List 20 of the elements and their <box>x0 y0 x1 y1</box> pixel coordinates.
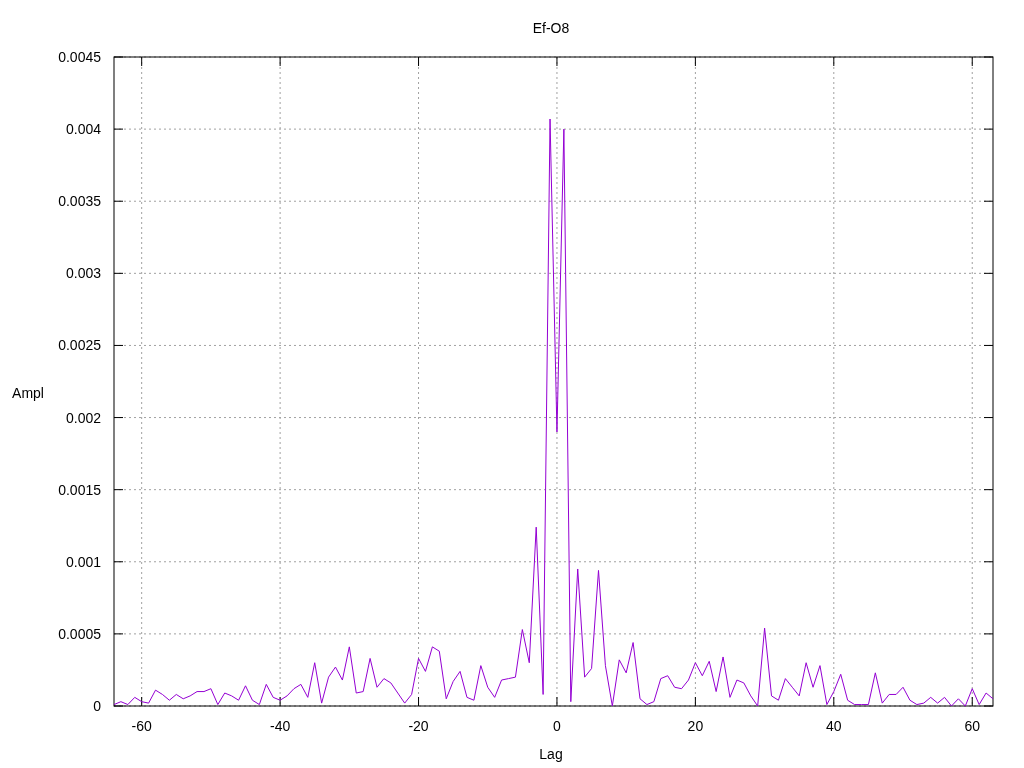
y-tick-label: 0.0025 <box>58 337 101 354</box>
y-tick-label: 0.002 <box>65 409 101 426</box>
x-tick-label: -20 <box>408 718 429 734</box>
x-tick-label: 40 <box>826 718 842 734</box>
y-tick-label: 0.0015 <box>58 481 101 498</box>
y-tick-label: 0.003 <box>65 265 101 282</box>
y-tick-label: 0.0005 <box>58 625 101 642</box>
x-tick-label: 20 <box>687 718 704 734</box>
x-tick-label: -60 <box>131 718 152 734</box>
y-tick-label: 0 <box>93 698 101 714</box>
x-tick-label: -40 <box>270 718 291 734</box>
x-tick-label: 60 <box>964 718 981 734</box>
y-tick-label: 0.0045 <box>58 49 101 65</box>
x-axis-label: Lag <box>539 746 563 762</box>
chart-title: Ef-O8 <box>532 20 570 36</box>
y-tick-label: 0.0035 <box>58 193 101 210</box>
y-axis-label: Ampl <box>12 385 44 401</box>
y-tick-label: 0.004 <box>65 121 101 138</box>
x-tick-label: 0 <box>553 718 561 734</box>
y-tick-label: 0.001 <box>65 553 101 570</box>
